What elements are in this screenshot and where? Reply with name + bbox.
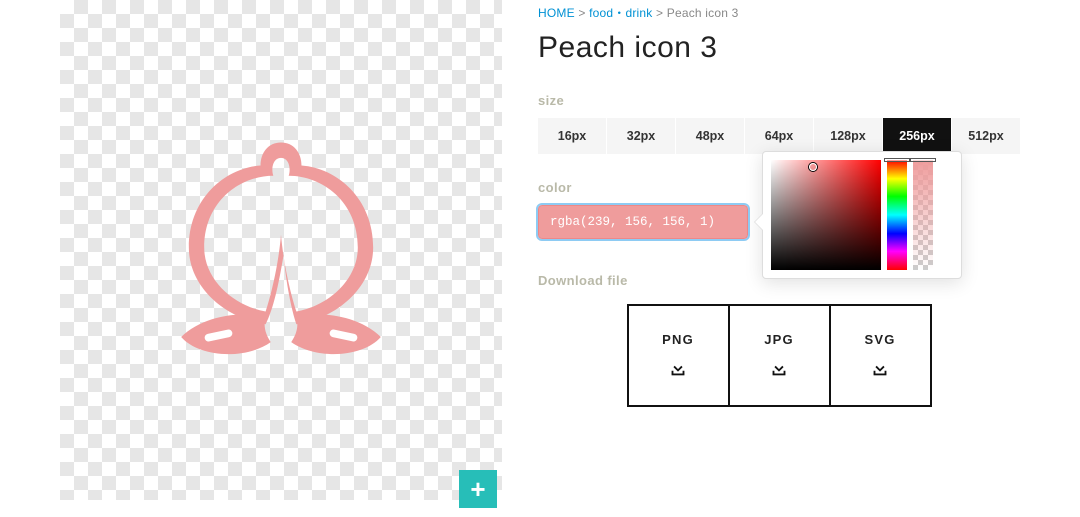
size-option-32px[interactable]: 32px [607,118,676,154]
page-title: Peach icon 3 [538,31,1020,65]
download-buttons: PNG JPG SVG [538,304,1020,407]
download-icon [667,357,689,379]
preview-panel: + [60,0,502,500]
alpha-slider[interactable] [913,160,933,270]
saturation-value-area[interactable] [771,160,881,270]
download-icon [768,357,790,379]
download-png-button[interactable]: PNG [627,304,730,407]
download-svg-button[interactable]: SVG [829,304,932,407]
breadcrumb: HOME > food・drink > Peach icon 3 [538,4,1020,21]
color-input[interactable] [538,205,748,239]
color-picker [762,151,962,279]
size-option-64px[interactable]: 64px [745,118,814,154]
download-format-label: JPG [764,332,794,347]
size-option-128px[interactable]: 128px [814,118,883,154]
icon-preview [60,0,502,500]
size-option-512px[interactable]: 512px [952,118,1020,154]
peach-icon [153,122,409,378]
plus-icon: + [470,474,485,505]
breadcrumb-category[interactable]: food・drink [589,6,652,20]
download-jpg-button[interactable]: JPG [728,304,831,407]
size-selector: 16px32px48px64px128px256px512px [538,118,1020,154]
add-button[interactable]: + [459,470,497,508]
size-option-48px[interactable]: 48px [676,118,745,154]
breadcrumb-current: Peach icon 3 [667,6,739,20]
breadcrumb-home[interactable]: HOME [538,6,575,20]
download-format-label: SVG [864,332,895,347]
download-icon [869,357,891,379]
download-format-label: PNG [662,332,694,347]
hue-slider[interactable] [887,160,907,270]
size-label: size [538,93,1020,108]
size-option-256px[interactable]: 256px [883,118,952,154]
size-option-16px[interactable]: 16px [538,118,607,154]
